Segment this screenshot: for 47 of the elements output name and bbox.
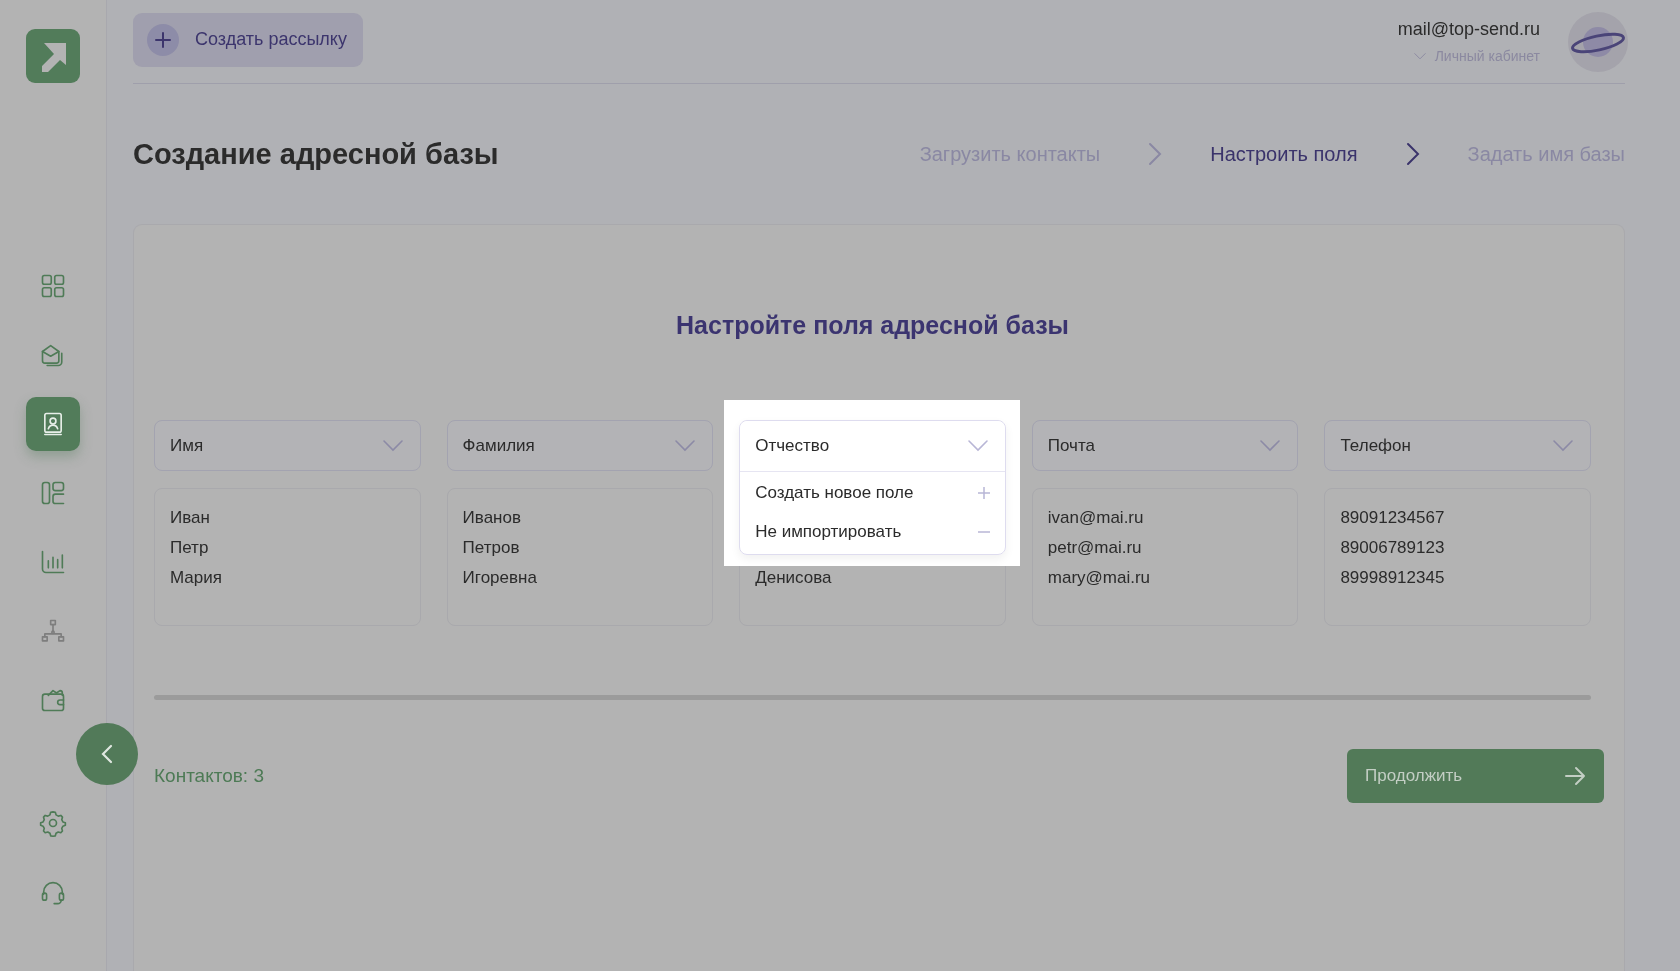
step-tab[interactable]: Настроить поля: [1210, 142, 1358, 166]
hierarchy-icon: [39, 617, 67, 645]
column-value: ivan@mai.ru: [1047, 507, 1144, 529]
chevron-down-icon: [1258, 438, 1283, 453]
column-value: Петров: [462, 537, 520, 559]
grid-icon: [39, 272, 67, 300]
field-select[interactable]: Имя: [154, 420, 421, 471]
create-mailing-button[interactable]: Создать рассылку: [133, 12, 363, 67]
chevron-right-icon: [1405, 142, 1420, 166]
column-value: Петр: [170, 537, 209, 559]
chevron-down-icon: [965, 439, 990, 453]
settings-icon: [39, 809, 67, 837]
menu-option[interactable]: Не импортировать: [740, 512, 1005, 551]
chevron-down-icon: [673, 438, 698, 453]
sidebar-item[interactable]: [26, 397, 80, 451]
chevron-left-icon: [101, 744, 113, 764]
column-value: petr@mai.ru: [1047, 537, 1142, 559]
plus-icon: [154, 30, 172, 49]
field-select[interactable]: Отчество: [740, 421, 1005, 472]
scrollbar[interactable]: [154, 695, 1591, 700]
arrow-right-icon: [1564, 766, 1586, 786]
plus-icon: [977, 486, 990, 499]
contacts-count: Контактов: 3: [154, 765, 264, 787]
field-select[interactable]: Фамилия: [446, 420, 714, 471]
user-email: mail@top-send.ru: [1397, 19, 1540, 40]
chevron-down-icon: [1412, 51, 1427, 61]
chevron-down-icon: [1551, 438, 1575, 453]
column-value: mary@mai.ru: [1047, 567, 1151, 589]
menu-option[interactable]: Создать новое поле: [740, 473, 1005, 512]
field-select[interactable]: Телефон: [1324, 420, 1591, 471]
column-value: 89998912345: [1340, 567, 1445, 589]
column-value: Иванов: [462, 507, 521, 529]
layout-icon: [39, 479, 67, 507]
logo[interactable]: [26, 29, 80, 83]
column-value: 89006789123: [1340, 537, 1445, 559]
column-value: Иван: [170, 507, 210, 529]
column-value: Мария: [170, 567, 222, 589]
bar-chart-icon: [39, 548, 67, 576]
chevron-right-icon: [1148, 142, 1163, 166]
column-value: Игоревна: [462, 567, 537, 589]
chevron-down-icon: [380, 438, 405, 453]
column-value: Денисова: [755, 567, 832, 589]
field-select[interactable]: Почта: [1031, 420, 1299, 471]
card-heading: Настройте поля адресной базы: [675, 311, 1070, 340]
column-value: 89091234567: [1340, 507, 1445, 529]
minus-icon: [977, 530, 990, 533]
page-title: Создание адресной базы: [133, 137, 499, 171]
